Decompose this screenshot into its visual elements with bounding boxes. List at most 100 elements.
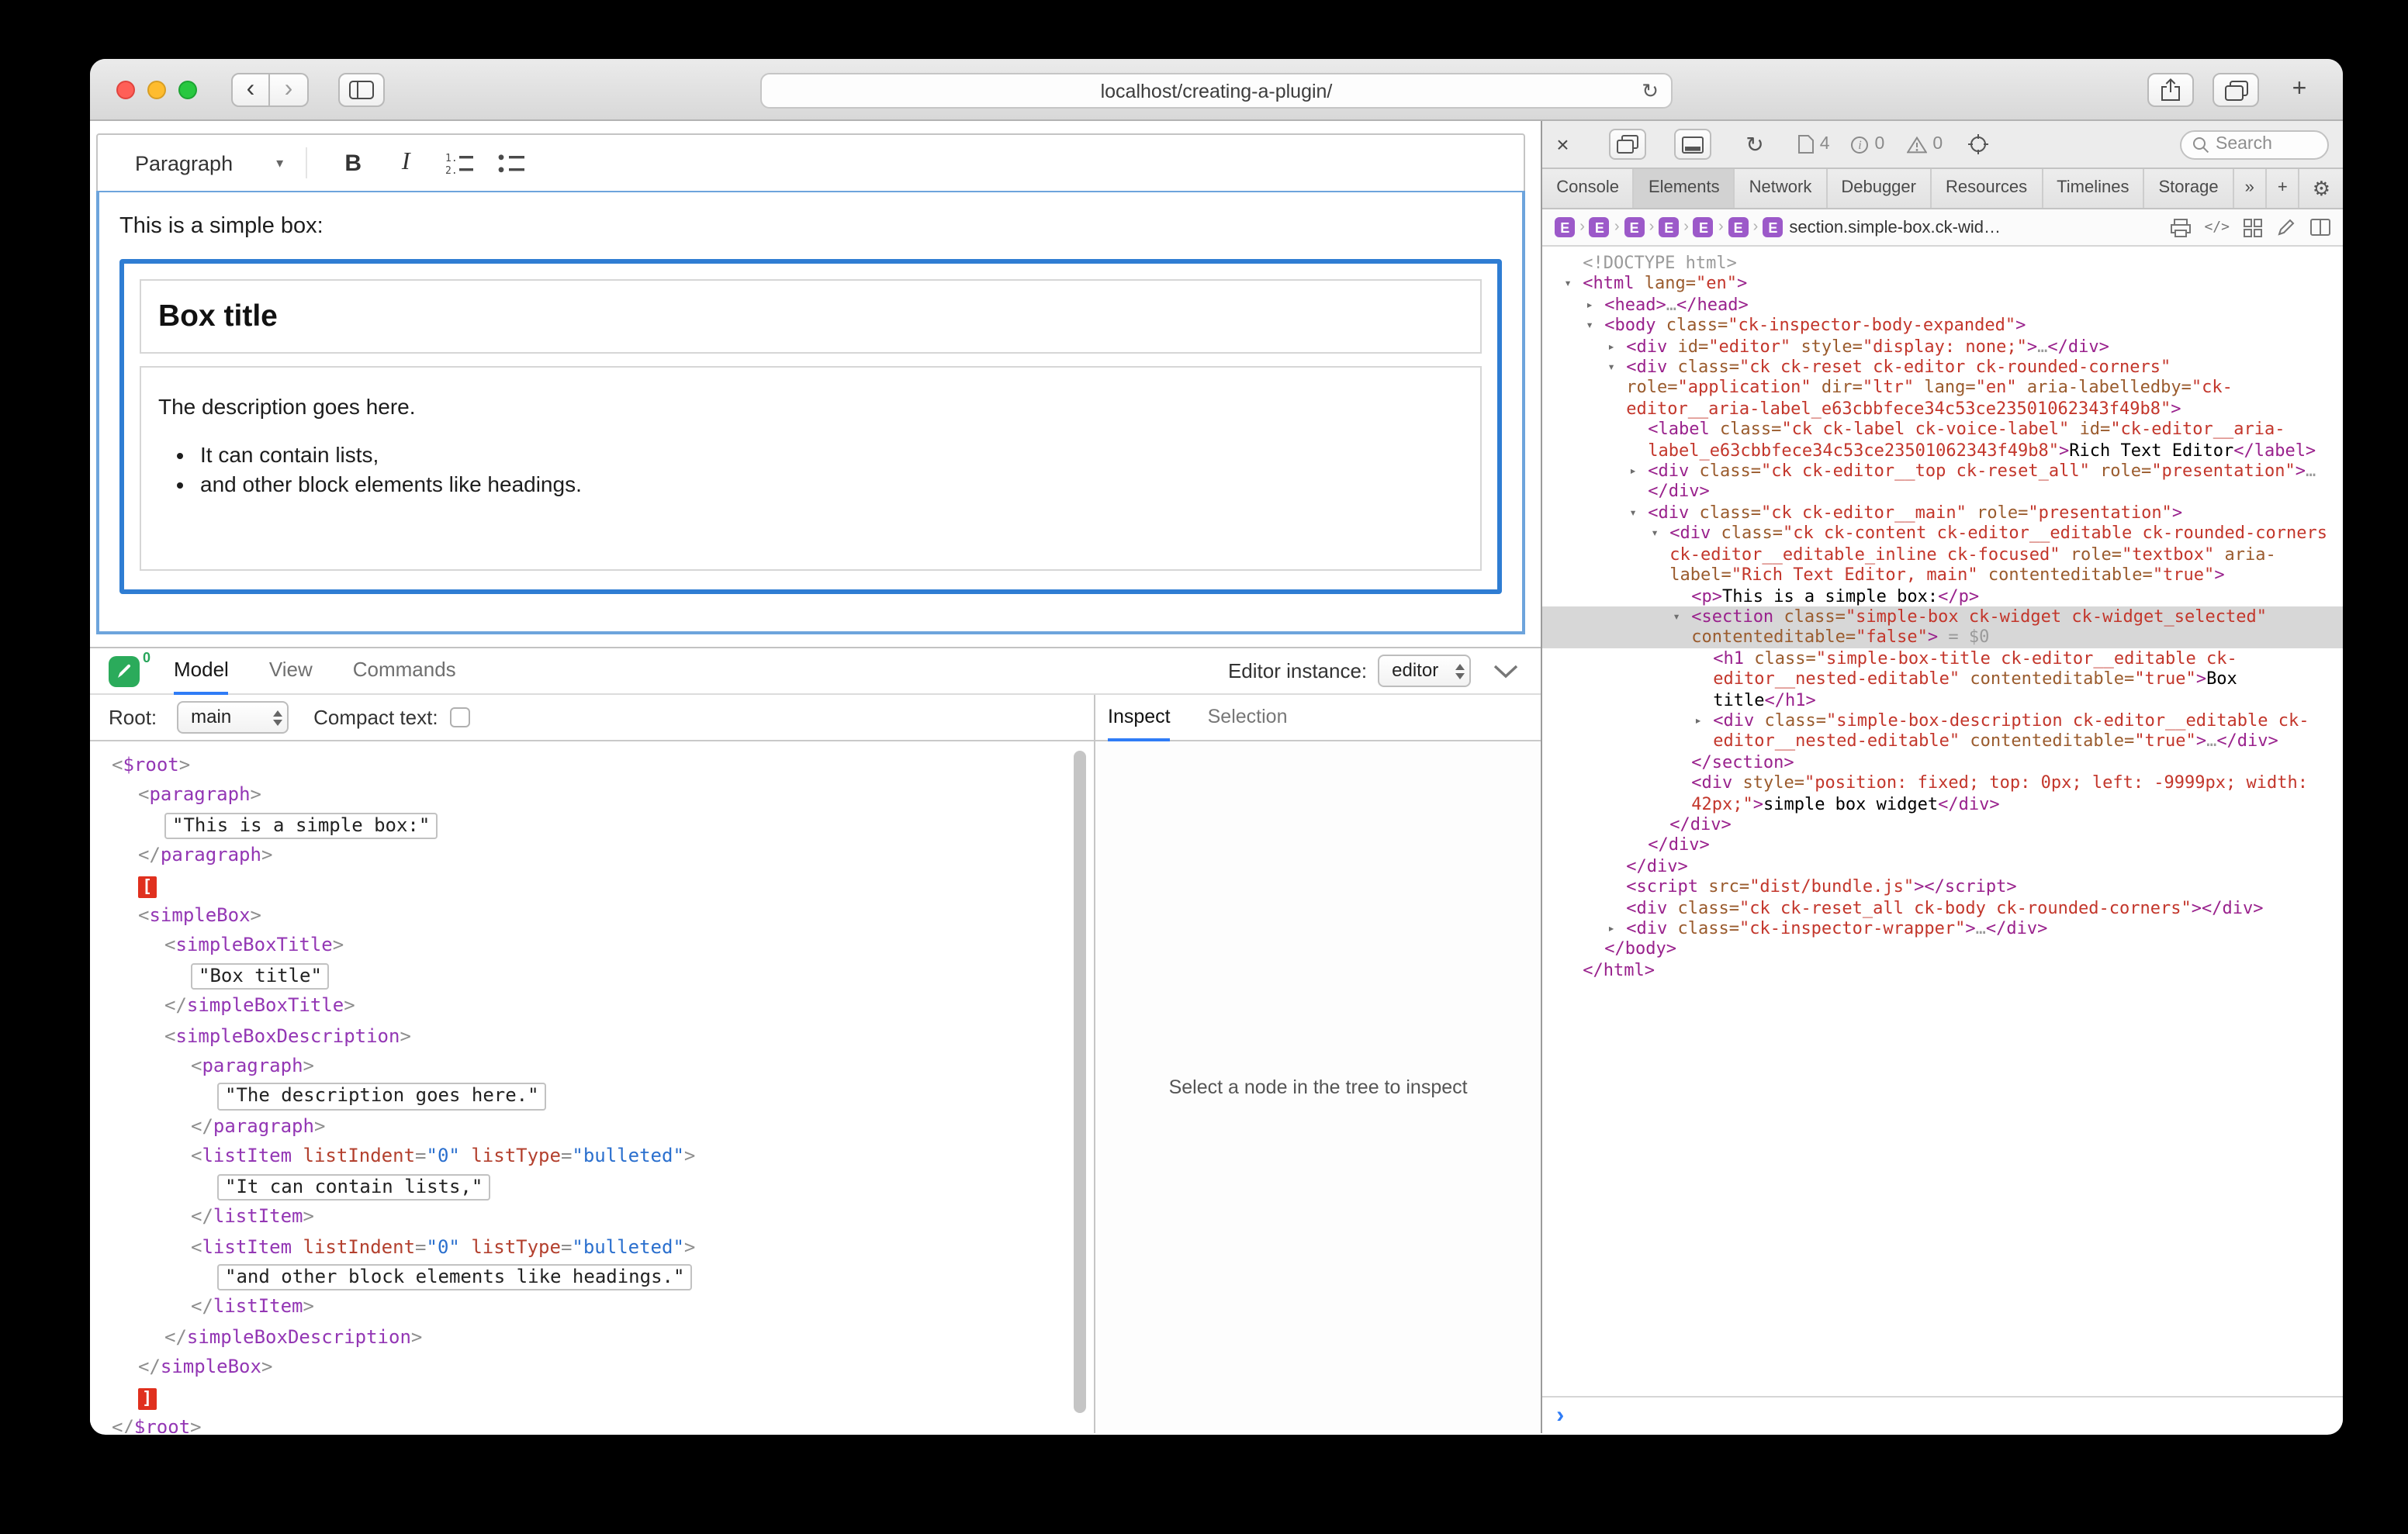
- dom-tree-node[interactable]: ▾<div class="ck ck-reset ck-editor ck-ro…: [1542, 357, 2343, 419]
- model-tree-node[interactable]: <listItem listIndent="0" listType="bulle…: [90, 1142, 1094, 1173]
- breadcrumb-selected-element[interactable]: section.simple-box.ck-wid…: [1789, 218, 2001, 237]
- element-icon[interactable]: E: [1555, 217, 1575, 237]
- scrollbar-thumb[interactable]: [1074, 751, 1086, 1414]
- devtools-tab-elements[interactable]: Elements: [1635, 169, 1735, 208]
- model-selection-marker[interactable]: [: [90, 871, 1094, 901]
- dom-node-selected[interactable]: ▾<section class="simple-box ck-widget ck…: [1542, 606, 2343, 648]
- model-tree-node[interactable]: <paragraph>: [90, 781, 1094, 811]
- show-source-icon[interactable]: </>: [2204, 219, 2230, 235]
- model-tree-scrollbar[interactable]: [1074, 751, 1086, 1427]
- collapse-node-icon[interactable]: ▾: [1651, 523, 1669, 544]
- devtools-search-field[interactable]: Search: [2180, 130, 2329, 159]
- bulleted-list-button[interactable]: [490, 143, 533, 183]
- model-tree-node[interactable]: <simpleBoxDescription>: [90, 1021, 1094, 1052]
- split-view-icon[interactable]: [2310, 219, 2330, 236]
- editor-editable-area[interactable]: This is a simple box: Box title The desc…: [96, 191, 1525, 634]
- model-text-node[interactable]: "This is a simple box:": [90, 811, 1094, 841]
- model-tree-node[interactable]: <simpleBox>: [90, 901, 1094, 931]
- zoom-window-button[interactable]: [178, 80, 197, 98]
- collapse-node-icon[interactable]: ▾: [1607, 357, 1626, 378]
- editor-instance-select[interactable]: editor: [1378, 655, 1471, 687]
- element-icon[interactable]: E: [1659, 217, 1679, 237]
- simple-box-description-editable[interactable]: The description goes here. It can contai…: [140, 366, 1482, 571]
- collapse-node-icon[interactable]: ▾: [1629, 503, 1648, 523]
- devtools-tab-debugger[interactable]: Debugger: [1827, 169, 1932, 208]
- model-tree-node[interactable]: <listItem listIndent="0" listType="bulle…: [90, 1232, 1094, 1263]
- devtools-dock-bottom-button[interactable]: [1674, 129, 1711, 160]
- numbered-list-button[interactable]: 1.2.: [437, 143, 480, 183]
- model-text-node[interactable]: "and other block elements like headings.…: [90, 1263, 1094, 1293]
- more-tabs-button[interactable]: »: [2234, 169, 2267, 208]
- model-tree-node[interactable]: <paragraph>: [90, 1052, 1094, 1082]
- collapse-node-icon[interactable]: ▾: [1564, 274, 1583, 295]
- expand-node-icon[interactable]: ▸: [1694, 710, 1713, 731]
- close-window-button[interactable]: [116, 80, 135, 98]
- model-text-node[interactable]: "Box title": [90, 962, 1094, 992]
- model-tree-node[interactable]: </$root>: [90, 1413, 1094, 1433]
- expand-node-icon[interactable]: ▸: [1607, 918, 1626, 939]
- dom-tree-node[interactable]: </div>: [1542, 835, 2343, 856]
- model-tree-node[interactable]: </simpleBoxTitle>: [90, 992, 1094, 1022]
- model-tree-node[interactable]: </simpleBox>: [90, 1353, 1094, 1383]
- model-text-node[interactable]: "The description goes here.": [90, 1082, 1094, 1112]
- edit-element-icon[interactable]: [2276, 217, 2296, 237]
- dom-tree-node[interactable]: <!DOCTYPE html>: [1542, 253, 2343, 274]
- inspector-tab-commands[interactable]: Commands: [353, 648, 456, 694]
- dom-tree-node[interactable]: ▾<html lang="en">: [1542, 274, 2343, 295]
- back-button[interactable]: ‹: [231, 72, 270, 106]
- expand-node-icon[interactable]: ▸: [1629, 461, 1648, 482]
- dom-tree-node[interactable]: ▸<div id="editor" style="display: none;"…: [1542, 336, 2343, 357]
- inspector-tab-view[interactable]: View: [269, 648, 313, 694]
- element-icon[interactable]: E: [1763, 217, 1783, 237]
- dom-tree-node[interactable]: ▾<body class="ck-inspector-body-expanded…: [1542, 315, 2343, 336]
- model-tree-node[interactable]: </paragraph>: [90, 1112, 1094, 1142]
- bold-button[interactable]: B: [331, 143, 375, 183]
- element-icon[interactable]: E: [1728, 217, 1749, 237]
- expand-node-icon[interactable]: ▸: [1607, 336, 1626, 357]
- italic-button[interactable]: I: [384, 143, 427, 183]
- dom-tree-node[interactable]: </div>: [1542, 856, 2343, 877]
- console-prompt-row[interactable]: ›: [1542, 1396, 2343, 1433]
- root-select[interactable]: main: [177, 701, 289, 734]
- model-tree-node[interactable]: </listItem>: [90, 1293, 1094, 1323]
- dom-tree-node[interactable]: ▾<div class="ck ck-content ck-editor__ed…: [1542, 523, 2343, 586]
- dom-tree-node[interactable]: </body>: [1542, 939, 2343, 960]
- model-tree-node[interactable]: </listItem>: [90, 1202, 1094, 1232]
- dom-tree-node[interactable]: ▾<div class="ck ck-editor__main" role="p…: [1542, 503, 2343, 523]
- inspector-side-tab-selection[interactable]: Selection: [1208, 694, 1288, 741]
- dom-tree-node[interactable]: <div style="position: fixed; top: 0px; l…: [1542, 772, 2343, 814]
- model-tree-node[interactable]: <$root>: [90, 751, 1094, 781]
- tab-overview-button[interactable]: [2213, 73, 2259, 107]
- devtools-close-button[interactable]: ×: [1556, 132, 1581, 157]
- element-icon[interactable]: E: [1694, 217, 1714, 237]
- dom-tree-node[interactable]: </div>: [1542, 814, 2343, 835]
- model-text-node[interactable]: "It can contain lists,": [90, 1172, 1094, 1202]
- expand-node-icon[interactable]: ▸: [1586, 295, 1604, 316]
- element-icon[interactable]: E: [1590, 217, 1610, 237]
- issue-count-badge[interactable]: i 0: [1852, 135, 1885, 154]
- dom-tree-node[interactable]: <div class="ck ck-reset_all ck-body ck-r…: [1542, 897, 2343, 918]
- sidebar-toggle-button[interactable]: [338, 72, 385, 106]
- resource-count-badge[interactable]: 4: [1798, 135, 1830, 154]
- devtools-tab-console[interactable]: Console: [1542, 169, 1635, 208]
- element-icon[interactable]: E: [1624, 217, 1645, 237]
- add-panel-button[interactable]: +: [2267, 169, 2300, 208]
- dom-tree-node[interactable]: <p>This is a simple box:</p>: [1542, 586, 2343, 606]
- dom-tree-node[interactable]: </section>: [1542, 752, 2343, 773]
- dom-tree-node[interactable]: <script src="dist/bundle.js"></script>: [1542, 876, 2343, 897]
- devtools-reload-button[interactable]: ↻: [1745, 131, 1763, 157]
- devtools-tab-storage[interactable]: Storage: [2145, 169, 2234, 208]
- inspector-side-tab-inspect[interactable]: Inspect: [1108, 694, 1171, 741]
- collapse-node-icon[interactable]: ▾: [1673, 606, 1691, 627]
- paragraph-style-dropdown[interactable]: Paragraph ▾: [135, 151, 283, 174]
- collapse-node-icon[interactable]: ▾: [1586, 315, 1604, 336]
- inspector-collapse-button[interactable]: [1493, 663, 1519, 679]
- minimize-window-button[interactable]: [147, 80, 166, 98]
- model-tree-node[interactable]: </simpleBoxDescription>: [90, 1322, 1094, 1353]
- dom-tree-node[interactable]: ▸<head>…</head>: [1542, 295, 2343, 316]
- element-picker-button[interactable]: [1967, 133, 1989, 155]
- model-selection-marker[interactable]: ]: [90, 1383, 1094, 1413]
- devtools-settings-button[interactable]: ⚙: [2300, 169, 2343, 208]
- share-button[interactable]: [2147, 73, 2194, 107]
- simple-box-widget[interactable]: Box title The description goes here. It …: [119, 259, 1502, 594]
